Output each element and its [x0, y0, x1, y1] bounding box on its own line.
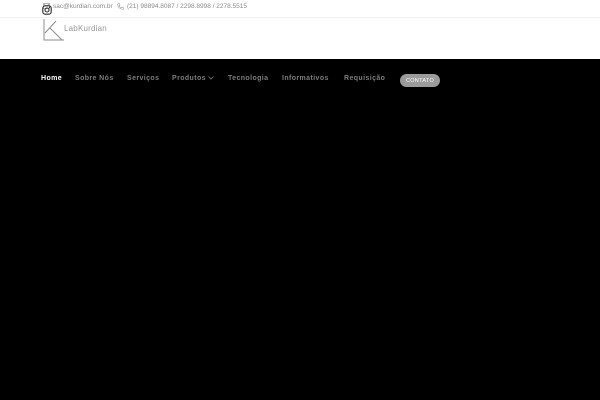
- phone-contact[interactable]: (21) 98894.8087 / 2298.8998 / 2278.5515: [117, 1, 247, 11]
- instagram-icon[interactable]: [42, 5, 52, 15]
- nav-item-requisicao[interactable]: Requisição: [344, 75, 385, 82]
- brand-name[interactable]: LabKurdian: [64, 24, 107, 33]
- email-contact[interactable]: sac@kurdian.com.br: [43, 1, 113, 11]
- nav-item-produtos-label: Produtos: [172, 75, 206, 82]
- chevron-down-icon: [208, 76, 214, 80]
- contact-button[interactable]: CONTATO: [400, 74, 440, 87]
- nav-item-produtos[interactable]: Produtos: [172, 75, 214, 82]
- email-text[interactable]: sac@kurdian.com.br: [53, 3, 113, 10]
- top-contact-bar: sac@kurdian.com.br (21) 98894.8087 / 229…: [0, 0, 600, 18]
- nav-item-sobre-nos[interactable]: Sobre Nós: [75, 75, 114, 82]
- phone-icon: [117, 2, 124, 10]
- nav-item-tecnologia[interactable]: Tecnologia: [228, 75, 268, 82]
- main-navigation: Home Sobre Nós Serviços Produtos Tecnolo…: [0, 59, 600, 400]
- phone-text[interactable]: (21) 98894.8087 / 2298.8998 / 2278.5515: [127, 3, 247, 10]
- site-header: LabKurdian: [0, 18, 600, 59]
- nav-item-servicos[interactable]: Serviços: [127, 75, 159, 82]
- nav-item-home[interactable]: Home: [41, 75, 62, 82]
- labkurdian-logo-icon[interactable]: [42, 18, 65, 41]
- nav-item-informativos[interactable]: Informativos: [282, 75, 329, 82]
